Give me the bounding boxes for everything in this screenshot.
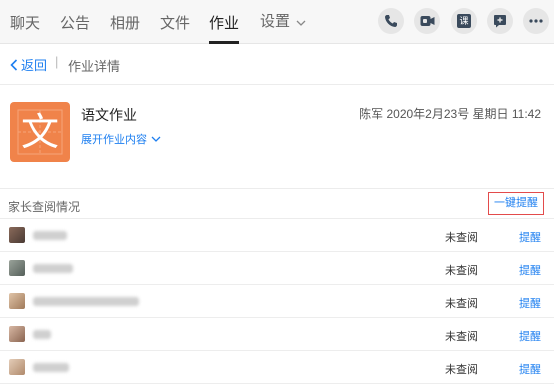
parent-name-blurred: [33, 363, 69, 372]
parent-name-blurred: [33, 264, 73, 273]
remind-button[interactable]: 提醒: [519, 295, 541, 311]
avatar: [9, 293, 25, 309]
avatar: [9, 326, 25, 342]
avatar: [9, 359, 25, 375]
top-tab-bar: 聊天 公告 相册 文件 作业 设置 课: [0, 0, 554, 44]
back-button[interactable]: 返回: [10, 55, 47, 74]
remind-all-button[interactable]: 一键提醒: [488, 192, 544, 215]
section-title: 家长查阅情况: [8, 200, 81, 214]
homework-card: 文 语文作业 陈军 2020年2月23号 星期日 11:42 展开作业内容: [0, 85, 554, 188]
sub-header: 返回 | 作业详情: [0, 44, 554, 85]
avatar: [9, 227, 25, 243]
expand-label: 展开作业内容: [81, 134, 147, 146]
remind-button[interactable]: 提醒: [519, 229, 541, 245]
homework-title: 语文作业: [81, 107, 137, 123]
tab-settings-label: 设置: [260, 13, 291, 30]
parent-name-blurred: [33, 297, 139, 306]
remind-button[interactable]: 提醒: [519, 262, 541, 278]
tab-homework[interactable]: 作业: [209, 0, 240, 44]
list-item: 未查阅 提醒: [0, 219, 554, 252]
avatar: [9, 260, 25, 276]
more-icon[interactable]: [523, 8, 549, 34]
tab-files[interactable]: 文件: [160, 0, 190, 44]
back-label: 返回: [21, 58, 48, 73]
chevron-down-icon: [296, 0, 306, 46]
tab-announcements[interactable]: 公告: [60, 0, 90, 44]
read-status: 未查阅: [445, 298, 478, 310]
remind-button[interactable]: 提醒: [519, 361, 541, 377]
expand-homework-button[interactable]: 展开作业内容: [81, 131, 161, 147]
list-item: 未查阅 提醒: [0, 351, 554, 384]
add-message-icon[interactable]: [487, 8, 513, 34]
homework-meta: 陈军 2020年2月23号 星期日 11:42: [359, 107, 541, 121]
tab-settings[interactable]: 设置: [260, 0, 306, 44]
parent-read-status-header: 家长查阅情况 一键提醒: [0, 188, 554, 219]
list-item: 未查阅 提醒: [0, 252, 554, 285]
list-item: 未查阅 提醒: [0, 318, 554, 351]
read-status: 未查阅: [445, 364, 478, 376]
homework-subject-char: 文: [20, 110, 59, 154]
tab-album[interactable]: 相册: [110, 0, 140, 44]
remind-button[interactable]: 提醒: [519, 328, 541, 344]
video-icon[interactable]: [414, 8, 440, 34]
parent-name-blurred: [33, 330, 51, 339]
breadcrumb: 作业详情: [68, 59, 121, 74]
breadcrumb-separator: |: [55, 54, 59, 69]
chevron-down-icon: [151, 136, 161, 142]
parent-name-blurred: [33, 231, 67, 240]
lesson-icon-label: 课: [457, 14, 471, 28]
lesson-icon[interactable]: 课: [451, 8, 477, 34]
tab-chat[interactable]: 聊天: [10, 0, 40, 44]
list-item: 未查阅 提醒: [0, 285, 554, 318]
read-status: 未查阅: [445, 265, 478, 277]
homework-subject-icon: 文: [10, 102, 70, 162]
phone-icon[interactable]: [378, 8, 404, 34]
read-status: 未查阅: [445, 232, 478, 244]
parent-list: 未查阅 提醒 未查阅 提醒 未查阅 提醒 未查阅 提醒 未查阅 提醒: [0, 219, 554, 384]
chevron-left-icon: [10, 58, 18, 71]
read-status: 未查阅: [445, 331, 478, 343]
